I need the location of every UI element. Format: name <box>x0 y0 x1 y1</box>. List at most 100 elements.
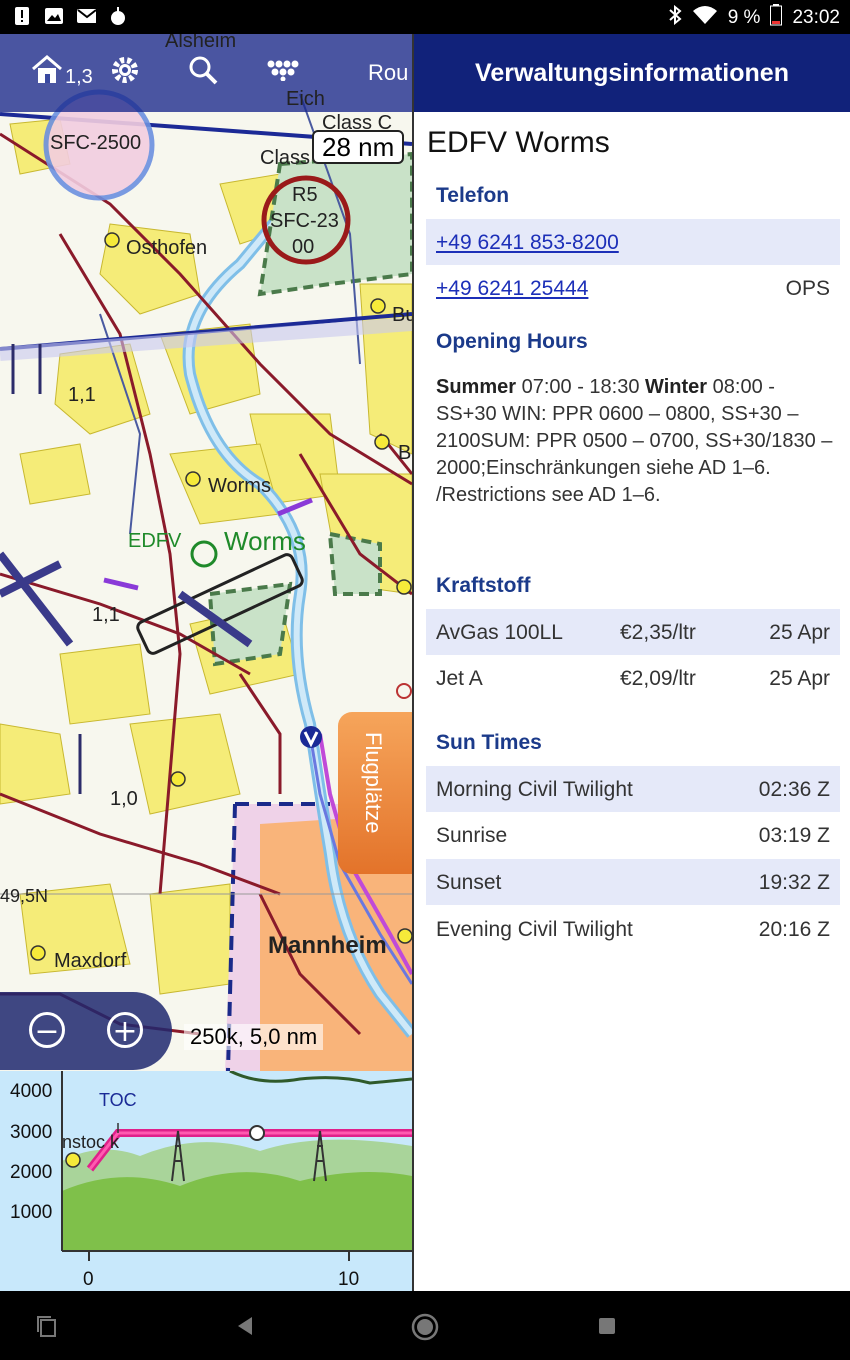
map-canvas <box>0 34 412 1071</box>
sun-time-row: Morning Civil Twilight 02:36 Z <box>426 766 840 812</box>
map-label-eich: Eich <box>286 88 325 110</box>
airport-title: EDFV Worms <box>427 126 610 159</box>
profile-y-label-3000: 3000 <box>10 1122 53 1143</box>
fuel-heading: Kraftstoff <box>436 574 531 597</box>
map-label-value-11a: 1,1 <box>68 384 96 406</box>
sun-time-label: Morning Civil Twilight <box>436 778 633 801</box>
profile-y-label-2000: 2000 <box>10 1162 53 1183</box>
map-label-b: B <box>398 442 412 464</box>
back-triangle-icon <box>232 1317 258 1343</box>
zoom-controls: − + <box>0 992 172 1070</box>
summer-label: Summer <box>436 376 517 398</box>
sun-time-label: Sunset <box>436 871 502 894</box>
alert-notification-icon <box>12 6 32 26</box>
battery-percent: 9 % <box>727 7 761 28</box>
fuel-date: 25 Apr <box>769 667 830 690</box>
flugplaetze-tab[interactable]: Flugplätze <box>338 712 412 874</box>
sun-time-row: Evening Civil Twilight 20:16 Z <box>426 906 840 952</box>
map-label-class: Class <box>260 147 311 169</box>
zoom-in-button[interactable]: + <box>107 1012 143 1049</box>
minus-icon: − <box>34 1014 60 1049</box>
zoom-out-button[interactable]: − <box>29 1012 65 1049</box>
altitude-profile[interactable]: 4000 3000 2000 1000 0 10 TOC nstoc k <box>0 1071 412 1291</box>
winter-label: Winter <box>645 376 708 398</box>
profile-canvas <box>61 1071 412 1261</box>
map-label-r5: R5 <box>292 184 318 206</box>
map-label-osthofen: Osthofen <box>126 237 208 259</box>
recents-icon <box>34 1316 60 1343</box>
flugplaetze-tab-label: Flugplätze <box>361 732 386 834</box>
map-label-value-11b: 1,1 <box>92 604 120 626</box>
info-panel: Verwaltungsinformationen EDFV Worms Tele… <box>412 34 850 1291</box>
app-notification-icon <box>108 6 128 26</box>
map-label-sfc2500: SFC-2500 <box>50 132 142 154</box>
sun-time-value: 03:19 Z <box>758 824 830 847</box>
sun-time-label: Sunrise <box>436 824 508 847</box>
map-label-worms-town: Worms <box>208 475 271 497</box>
fuel-row: Jet A €2,09/ltr 25 Apr <box>426 655 840 701</box>
map-label-worms-airport: Worms <box>224 526 306 556</box>
dots-grid-icon <box>266 59 300 85</box>
fuel-type: Jet A <box>436 667 483 690</box>
fuel-date: 25 Apr <box>769 621 830 644</box>
telefon-heading: Telefon <box>436 184 510 207</box>
search-icon <box>188 55 218 89</box>
map-label-alsheim: Alsheim <box>165 34 237 52</box>
fuel-price: €2,35/ltr <box>620 621 696 644</box>
sun-time-value: 02:36 Z <box>758 778 830 801</box>
sun-time-row: Sunset 19:32 Z <box>426 859 840 905</box>
recents-button[interactable] <box>34 1313 60 1339</box>
map-label-class-c: Class C <box>322 112 393 134</box>
summer-time: 07:00 - 18:30 <box>521 376 640 398</box>
aeronautical-map[interactable]: Rou 28 nm Alsheim Eich 1,3 Class C Class… <box>0 34 412 1071</box>
home-nav-button[interactable] <box>411 1313 439 1341</box>
profile-start-label: nstoc k <box>62 1132 120 1152</box>
map-label-value-10: 1,0 <box>110 788 138 810</box>
profile-y-label-4000: 4000 <box>10 1081 53 1102</box>
layers-button[interactable] <box>263 52 303 92</box>
map-label-edfv: EDFV <box>128 530 182 552</box>
search-button[interactable] <box>183 52 223 92</box>
sun-time-row: Sunrise 03:19 Z <box>426 812 840 858</box>
home-icon <box>31 55 63 89</box>
fuel-price: €2,09/ltr <box>620 667 696 690</box>
profile-x-label-0: 0 <box>83 1269 94 1290</box>
phone-row: +49 6241 853-8200 <box>426 219 840 265</box>
profile-y-label-1000: 1000 <box>10 1202 53 1223</box>
sun-time-value: 20:16 Z <box>758 918 830 941</box>
fuel-type: AvGas 100LL <box>436 621 563 644</box>
back-button[interactable] <box>232 1313 258 1339</box>
map-label-mannheim: Mannheim <box>268 932 387 959</box>
panel-header: Verwaltungsinformationen <box>414 34 850 112</box>
square-icon <box>594 1318 620 1343</box>
phone-link[interactable]: +49 6241 25444 <box>436 277 588 300</box>
profile-x-label-10: 10 <box>338 1269 360 1290</box>
stop-button[interactable] <box>594 1313 620 1339</box>
battery-low-icon <box>770 4 783 32</box>
map-label-r5-alt: 00 <box>292 236 315 258</box>
home-button[interactable] <box>27 52 67 92</box>
phone-note: OPS <box>785 277 830 300</box>
sun-times-heading: Sun Times <box>436 731 542 754</box>
phone-link[interactable]: +49 6241 853-8200 <box>436 231 619 254</box>
home-circle-icon <box>411 1313 439 1345</box>
map-label-value-13: 1,3 <box>65 66 93 88</box>
image-notification-icon <box>44 6 64 26</box>
bluetooth-icon <box>668 4 682 31</box>
profile-toc-label: TOC <box>99 1090 137 1110</box>
phone-row: +49 6241 25444 OPS <box>426 265 840 311</box>
opening-hours-text: Summer 07:00 - 18:30 Winter 08:00 - SS+3… <box>436 374 836 509</box>
plus-icon: + <box>112 1014 138 1049</box>
status-bar: 9 % 23:02 <box>0 0 850 34</box>
wifi-icon <box>692 5 718 31</box>
system-navigation-bar <box>0 1291 850 1360</box>
route-tab[interactable]: Rou <box>368 60 408 86</box>
settings-button[interactable] <box>105 52 145 92</box>
sun-time-label: Evening Civil Twilight <box>436 918 633 941</box>
opening-hours-heading: Opening Hours <box>436 330 588 353</box>
gear-icon <box>110 55 140 89</box>
distance-indicator: 28 nm <box>312 130 405 164</box>
map-label-maxdorf: Maxdorf <box>54 950 127 972</box>
clock: 23:02 <box>792 7 840 28</box>
map-label-r5-sfc: SFC-23 <box>270 210 339 232</box>
